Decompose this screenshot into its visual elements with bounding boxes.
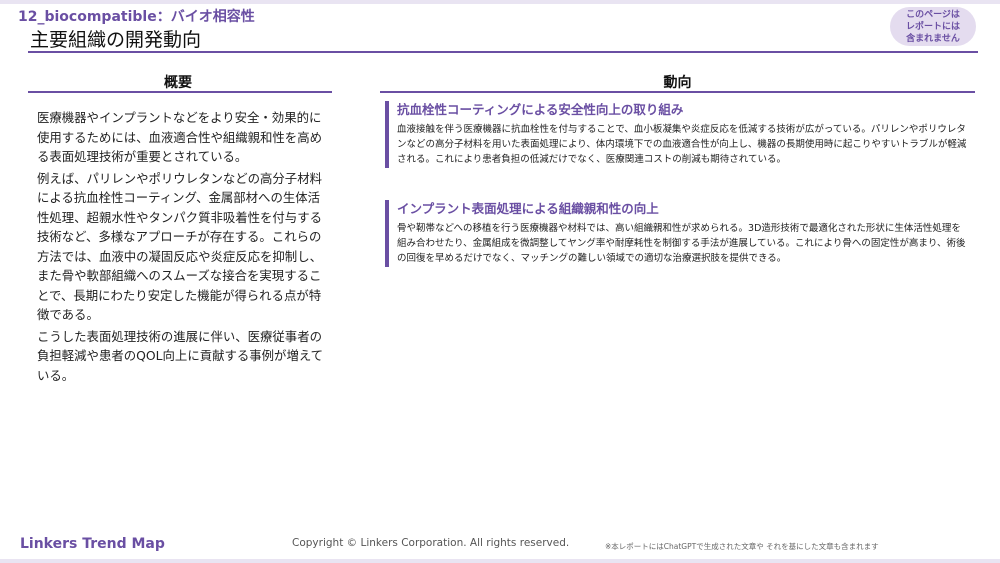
badge-line: 含まれません — [906, 34, 960, 44]
bottom-accent-stripe — [0, 559, 1000, 563]
linkers-logo: Linkers Trend Map — [20, 536, 165, 552]
overview-paragraph: こうした表面処理技術の進展に伴い、医療従事者の負担軽減や患者のQOL向上に貢献す… — [37, 328, 323, 383]
trends-heading: 動向 — [663, 75, 692, 91]
trend-item: 抗血栓性コーティングによる安全性向上の取り組み 血液接触を伴う医療機器に抗血栓性… — [385, 101, 975, 168]
top-accent-stripe — [0, 0, 1000, 4]
trend-body: 骨や靭帯などへの移植を行う医療機器や材料では、高い組織親和性が求められる。3D造… — [397, 223, 966, 265]
overview-paragraph: 医療機器やインプラントなどをより安全・効果的に使用するためには、血液適合性や組織… — [37, 110, 322, 164]
trends-divider — [380, 91, 975, 93]
overview-heading: 概要 — [164, 75, 192, 91]
badge-line: レポートには — [905, 22, 960, 32]
overview-divider — [28, 91, 332, 93]
section-code: 12_biocompatible：バイオ相容性 — [18, 9, 255, 25]
badge-line: このページは — [906, 10, 960, 20]
overview-text: 医療機器やインプラントなどをより安全・効果的に使用するためには、血液適合性や組織… — [37, 108, 327, 387]
trend-title: インプラント表面処理による組織親和性の向上 — [397, 201, 659, 216]
trend-item: インプラント表面処理による組織親和性の向上 骨や靭帯などへの移植を行う医療機器や… — [385, 200, 975, 267]
disclaimer-text: ※本レポートにはChatGPTで生成された文章や それを基にした文章も含まれます — [605, 542, 879, 551]
copyright-text: Copyright © Linkers Corporation. All rig… — [292, 537, 570, 549]
trend-title: 抗血栓性コーティングによる安全性向上の取り組み — [397, 102, 684, 117]
not-included-badge: このページは レポートには 含まれません — [890, 7, 976, 46]
page-title: 主要組織の開発動向 — [30, 29, 202, 51]
overview-paragraph: 例えば、パリレンやポリウレタンなどの高分子材料による抗血栓性コーティング、金属部… — [37, 170, 322, 323]
trend-body: 血液接触を伴う医療機器に抗血栓性を付与することで、血小板凝集や炎症反応を低減する… — [397, 124, 967, 166]
header-divider — [28, 51, 978, 53]
